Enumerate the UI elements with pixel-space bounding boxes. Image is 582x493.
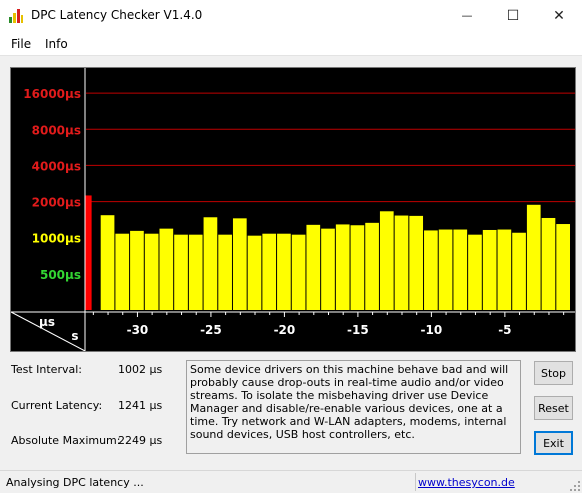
resize-grip-icon[interactable] [570, 481, 580, 491]
latency-bar [556, 224, 570, 310]
website-link[interactable]: www.thesycon.de [418, 476, 515, 489]
x-tick-label: -20 [274, 323, 296, 337]
minimize-button[interactable]: — [444, 0, 490, 31]
maximize-button[interactable]: ☐ [490, 0, 536, 31]
latency-bar [144, 233, 159, 310]
latency-bar [453, 229, 468, 310]
latency-bar [277, 233, 291, 310]
current-latency-label: Current Latency: [11, 399, 103, 412]
close-button[interactable]: ✕ [536, 0, 582, 31]
latency-bar [130, 230, 144, 310]
latency-bar [100, 215, 115, 310]
y-tick-label: 16000µs [23, 87, 81, 101]
x-tick-label: -5 [498, 323, 511, 337]
latency-bar [394, 215, 409, 310]
title-bar: DPC Latency Checker V1.4.0 — ☐ ✕ [0, 0, 582, 31]
latency-bar [247, 235, 262, 310]
latency-chart: 16000µs 8000µs 4000µs 2000µs 1000µs 500µs µs s -… [10, 67, 576, 352]
latency-bar [526, 204, 541, 310]
test-interval-value: 1002 µs [118, 363, 163, 376]
latency-bar [291, 234, 306, 310]
minimize-icon: — [461, 9, 473, 22]
latency-chart-svg: 16000µs 8000µs 4000µs 2000µs 1000µs 500µs µs s -… [11, 68, 575, 351]
y-tick-label: 1000µs [32, 232, 81, 246]
stop-button[interactable]: Stop [534, 361, 573, 385]
window-title: DPC Latency Checker V1.4.0 [31, 8, 203, 22]
close-icon: ✕ [553, 7, 565, 24]
menu-info[interactable]: Info [45, 37, 68, 51]
latency-bar [85, 195, 92, 310]
latency-bar [335, 224, 350, 310]
menu-bar: File Info [0, 31, 582, 56]
latency-bar [188, 234, 203, 310]
latency-bar [262, 233, 277, 310]
latency-bar [365, 222, 379, 310]
current-latency-value: 1241 µs [118, 399, 163, 412]
latency-bar [174, 234, 188, 310]
latency-bar [424, 230, 438, 310]
x-tick-label: -15 [347, 323, 369, 337]
status-text: Analysing DPC latency ... [6, 476, 144, 489]
y-unit-label: µs [39, 315, 55, 329]
test-interval-label: Test Interval: [11, 363, 82, 376]
app-icon [9, 9, 23, 23]
latency-bar [115, 233, 130, 310]
maximize-icon: ☐ [506, 7, 520, 24]
y-tick-label: 500µs [40, 268, 81, 282]
latency-bar [203, 217, 218, 310]
latency-bar [541, 217, 556, 310]
latency-bar [438, 229, 453, 310]
x-tick-label: -10 [421, 323, 443, 337]
latency-bar [350, 225, 365, 310]
y-tick-label: 4000µs [32, 159, 81, 173]
absolute-maximum-label: Absolute Maximum: [11, 434, 121, 447]
y-tick-label: 2000µs [32, 196, 81, 210]
y-tick-label: 8000µs [32, 123, 81, 137]
latency-bar [409, 215, 424, 310]
reset-button[interactable]: Reset [534, 396, 573, 420]
exit-button[interactable]: Exit [534, 431, 573, 455]
x-tick-label: -30 [127, 323, 149, 337]
x-tick-label: -25 [200, 323, 222, 337]
absolute-maximum-value: 2249 µs [118, 434, 163, 447]
latency-bar [232, 218, 247, 310]
menu-file[interactable]: File [11, 37, 31, 51]
driver-message: Some device drivers on this machine beha… [186, 360, 521, 454]
latency-bar [379, 211, 394, 310]
latency-bar [218, 234, 232, 310]
latency-bar [306, 224, 321, 310]
latency-bar [512, 232, 526, 310]
status-separator [415, 473, 416, 491]
latency-bar [482, 229, 497, 310]
latency-bar [468, 234, 482, 310]
latency-bar [159, 228, 174, 310]
x-unit-label: s [71, 329, 78, 343]
status-bar: Analysing DPC latency ... www.thesycon.d… [0, 470, 582, 493]
latency-bar [321, 228, 335, 310]
latency-bar [497, 229, 512, 310]
